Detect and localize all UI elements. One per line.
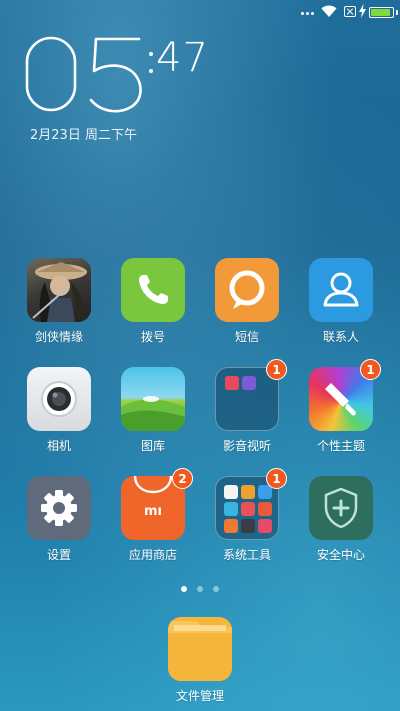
file-folder-icon[interactable] bbox=[168, 617, 232, 681]
app-label: 系统工具 bbox=[222, 548, 271, 562]
gallery-icon[interactable] bbox=[121, 367, 185, 431]
app-tools-folder[interactable]: 1 系统工具 bbox=[202, 468, 292, 563]
app-dialer[interactable]: 拨号 bbox=[108, 258, 198, 345]
theme-brush-icon[interactable]: 1 bbox=[309, 359, 381, 431]
app-label: 联系人 bbox=[322, 330, 359, 344]
app-themes[interactable]: 1 个性主题 bbox=[296, 359, 386, 454]
mail-mini-icon bbox=[224, 485, 238, 499]
app-store[interactable]: mı 2 应用商店 bbox=[108, 468, 198, 563]
calendar-mini-icon bbox=[258, 502, 272, 516]
music-mini-icon bbox=[225, 376, 239, 390]
app-camera[interactable]: 相机 bbox=[14, 367, 104, 454]
clock-widget[interactable]: 47 bbox=[24, 33, 224, 117]
app-label: 设置 bbox=[46, 548, 71, 562]
tools-folder-icon[interactable]: 1 bbox=[215, 468, 287, 540]
svg-text:mı: mı bbox=[144, 504, 162, 519]
page-dot[interactable] bbox=[197, 586, 203, 592]
app-gallery[interactable]: 图库 bbox=[108, 367, 198, 454]
charging-bolt-icon bbox=[359, 4, 366, 18]
notification-badge: 1 bbox=[266, 468, 287, 489]
shield-plus-icon[interactable] bbox=[309, 476, 373, 540]
app-label: 剑侠情缘 bbox=[34, 330, 83, 344]
notes-mini-icon bbox=[241, 485, 255, 499]
battery-level bbox=[371, 9, 390, 16]
app-label: 图库 bbox=[140, 439, 165, 453]
app-contacts[interactable]: 联系人 bbox=[296, 258, 386, 345]
more-dots-icon bbox=[301, 12, 314, 15]
clock-colon bbox=[149, 52, 153, 73]
game-warrior-icon[interactable] bbox=[27, 258, 91, 322]
app-label: 文件管理 bbox=[175, 689, 224, 703]
phone-icon[interactable] bbox=[121, 258, 185, 322]
page-dot[interactable] bbox=[213, 586, 219, 592]
app-label: 相机 bbox=[46, 439, 71, 453]
clock-hour bbox=[25, 36, 142, 113]
app-label: 安全中心 bbox=[316, 548, 365, 562]
app-label: 短信 bbox=[234, 330, 259, 344]
app-jianxia[interactable]: 剑侠情缘 bbox=[14, 258, 104, 345]
page-dot-active[interactable] bbox=[181, 586, 187, 592]
mi-store-icon[interactable]: mı 2 bbox=[121, 468, 193, 540]
recorder-mini-icon bbox=[241, 502, 255, 516]
page-indicator bbox=[0, 586, 400, 592]
notification-badge: 2 bbox=[172, 468, 193, 489]
app-messages[interactable]: 短信 bbox=[202, 258, 292, 345]
app-security[interactable]: 安全中心 bbox=[296, 476, 386, 563]
media-folder-icon[interactable]: 1 bbox=[215, 359, 287, 431]
video-mini-icon bbox=[242, 376, 256, 390]
app-label: 拨号 bbox=[140, 330, 165, 344]
app-media-folder[interactable]: 1 影音视听 bbox=[202, 359, 292, 454]
calculator-mini-icon bbox=[224, 519, 238, 533]
clock-minute: 47 bbox=[156, 35, 209, 81]
app-settings[interactable]: 设置 bbox=[14, 476, 104, 563]
app-label: 影音视听 bbox=[222, 439, 271, 453]
clock-mini-icon bbox=[224, 502, 238, 516]
dock-app-file-manager[interactable]: 文件管理 bbox=[155, 617, 245, 704]
date-text[interactable]: 2月23日 周二下午 bbox=[30, 124, 137, 143]
notification-badge: 1 bbox=[266, 359, 287, 380]
message-icon[interactable] bbox=[215, 258, 279, 322]
no-sim-icon bbox=[344, 6, 356, 17]
contacts-icon[interactable] bbox=[309, 258, 373, 322]
camera-icon[interactable] bbox=[27, 367, 91, 431]
notification-badge: 1 bbox=[360, 359, 381, 380]
wifi-icon bbox=[321, 5, 337, 17]
battery-icon bbox=[369, 7, 394, 18]
app-label: 应用商店 bbox=[128, 548, 177, 562]
radio-mini-icon bbox=[258, 519, 272, 533]
status-bar bbox=[0, 0, 400, 24]
gear-icon[interactable] bbox=[27, 476, 91, 540]
compass-mini-icon bbox=[241, 519, 255, 533]
app-label: 个性主题 bbox=[316, 439, 365, 453]
battery-tip bbox=[396, 10, 398, 15]
